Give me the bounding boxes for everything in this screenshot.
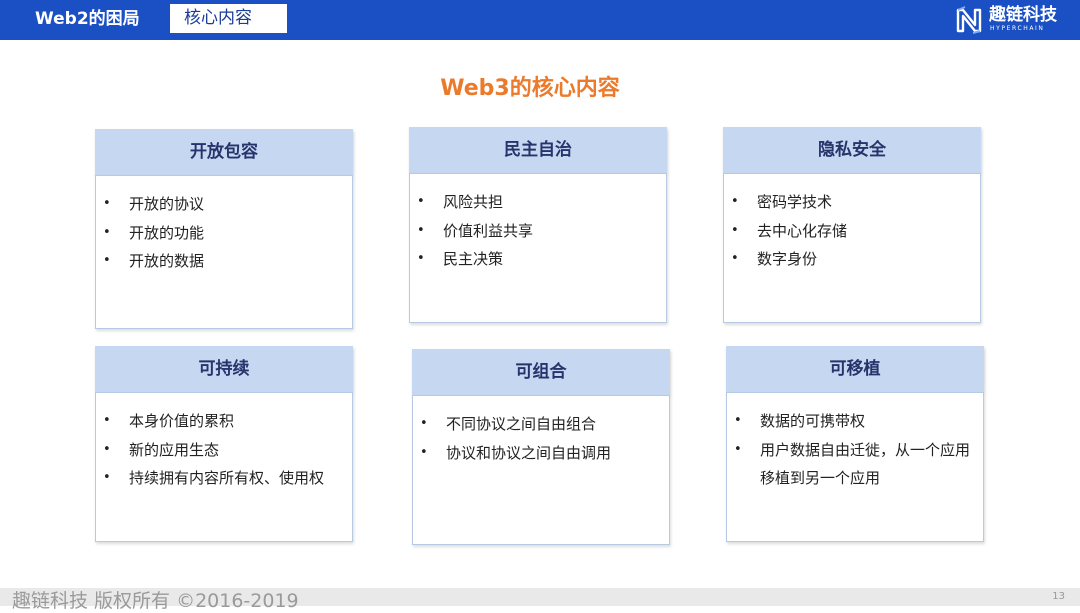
card-privacy-security: 隐私安全 密码学技术 去中心化存储 数字身份 bbox=[723, 127, 981, 323]
list-item: 数据的可携带权 bbox=[727, 407, 983, 436]
card-title: 可组合 bbox=[412, 349, 670, 395]
top-bar: Web2的困局 核心内容 趣链科技 HYPERCHAIN bbox=[0, 0, 1080, 40]
card-open-inclusive: 开放包容 开放的协议 开放的功能 开放的数据 bbox=[95, 129, 353, 329]
card-body: 开放的协议 开放的功能 开放的数据 bbox=[95, 175, 353, 329]
card-portable: 可移植 数据的可携带权 用户数据自由迁徙，从一个应用移植到另一个应用 bbox=[726, 346, 984, 542]
footer: 趣链科技 版权所有 ©2016-2019 13 bbox=[0, 588, 1080, 612]
list-item: 协议和协议之间自由调用 bbox=[413, 439, 669, 468]
list-item: 数字身份 bbox=[724, 245, 980, 274]
list-item: 风险共担 bbox=[410, 188, 666, 217]
card-sustainable: 可持续 本身价值的累积 新的应用生态 持续拥有内容所有权、使用权 bbox=[95, 346, 353, 542]
card-body: 本身价值的累积 新的应用生态 持续拥有内容所有权、使用权 bbox=[95, 392, 353, 542]
card-title: 开放包容 bbox=[95, 129, 353, 175]
tab-core-content[interactable]: 核心内容 bbox=[170, 4, 287, 33]
list-item: 去中心化存储 bbox=[724, 217, 980, 246]
card-title: 民主自治 bbox=[409, 127, 667, 173]
list-item: 开放的数据 bbox=[96, 247, 352, 276]
list-item: 价值利益共享 bbox=[410, 217, 666, 246]
list-item: 新的应用生态 bbox=[96, 436, 352, 465]
card-title: 可持续 bbox=[95, 346, 353, 392]
hyperchain-logo-icon bbox=[956, 6, 982, 34]
company-logo: 趣链科技 HYPERCHAIN bbox=[955, 5, 1065, 35]
card-democratic-autonomy: 民主自治 风险共担 价值利益共享 民主决策 bbox=[409, 127, 667, 323]
list-item: 本身价值的累积 bbox=[96, 407, 352, 436]
page-number: 13 bbox=[1052, 591, 1065, 602]
copyright-text: 趣链科技 版权所有 ©2016-2019 bbox=[12, 590, 299, 612]
card-body: 不同协议之间自由组合 协议和协议之间自由调用 bbox=[412, 395, 670, 545]
card-body: 风险共担 价值利益共享 民主决策 bbox=[409, 173, 667, 323]
list-item: 持续拥有内容所有权、使用权 bbox=[96, 464, 352, 493]
list-item: 不同协议之间自由组合 bbox=[413, 410, 669, 439]
list-item: 民主决策 bbox=[410, 245, 666, 274]
logo-subtext: HYPERCHAIN bbox=[990, 25, 1045, 32]
list-item: 开放的功能 bbox=[96, 219, 352, 248]
logo-text: 趣链科技 bbox=[989, 5, 1057, 25]
list-item: 密码学技术 bbox=[724, 188, 980, 217]
card-body: 数据的可携带权 用户数据自由迁徙，从一个应用移植到另一个应用 bbox=[726, 392, 984, 542]
card-composable: 可组合 不同协议之间自由组合 协议和协议之间自由调用 bbox=[412, 349, 670, 545]
page-title: Web3的核心内容 bbox=[440, 76, 620, 101]
list-item: 开放的协议 bbox=[96, 190, 352, 219]
card-title: 隐私安全 bbox=[723, 127, 981, 173]
section-title: Web2的困局 bbox=[35, 9, 140, 29]
card-title: 可移植 bbox=[726, 346, 984, 392]
list-item: 用户数据自由迁徙，从一个应用移植到另一个应用 bbox=[727, 436, 983, 493]
card-body: 密码学技术 去中心化存储 数字身份 bbox=[723, 173, 981, 323]
